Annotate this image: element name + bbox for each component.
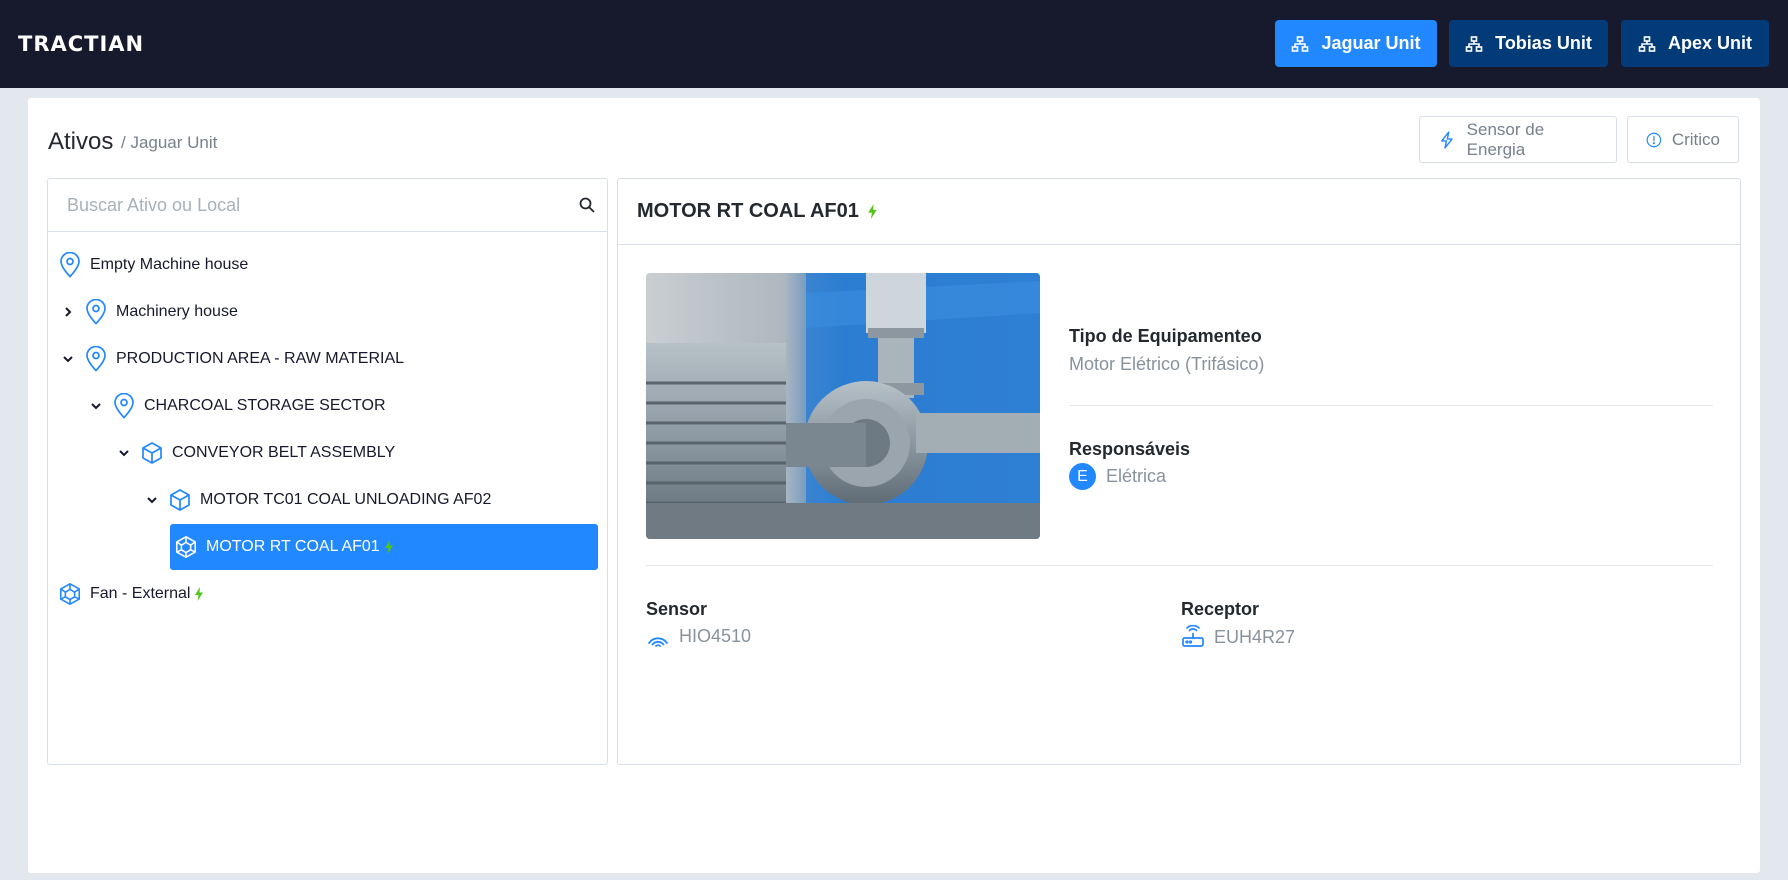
top-navigation-bar: TRACTIAN Jaguar Unit Tobias Unit Apex Un… [0,0,1788,88]
tree-item-motor-tc01[interactable]: MOTOR TC01 COAL UNLOADING AF02 [142,477,491,523]
receiver-entry: EUH4R27 [1181,625,1295,649]
unit-button-apex[interactable]: Apex Unit [1621,20,1769,67]
responsible-entry: E Elétrica [1069,463,1166,490]
equipment-type-value: Motor Elétrico (Trifásico) [1069,354,1265,374]
search-input[interactable] [48,179,607,231]
receiver-value: EUH4R27 [1214,626,1296,647]
unit-label: Apex Unit [1667,33,1752,53]
filter-label: Critico [1671,129,1720,149]
tree-item-label: MOTOR TC01 COAL UNLOADING AF02 [200,491,492,508]
cube-icon [168,487,192,513]
tractian-logo[interactable]: TRACTIAN [18,30,144,58]
search-icon[interactable] [578,196,596,214]
tree-item-label: CHARCOAL STORAGE SECTOR [144,397,386,414]
unit-label: Tobias Unit [1495,33,1592,53]
chevron-right-icon[interactable] [58,302,78,322]
tree-item-machinery-house[interactable]: Machinery house [58,289,238,335]
energy-sensor-filter-button[interactable]: Sensor de Energia [1419,116,1617,163]
page-title: Ativos [48,128,114,155]
asset-detail-panel: MOTOR RT COAL AF01 Tipo de Equipamenteo … [617,178,1741,765]
tree-item-charcoal-storage-sector[interactable]: CHARCOAL STORAGE SECTOR [86,383,386,429]
detail-header: MOTOR RT COAL AF01 [618,179,1740,245]
sensor-value: HIO4510 [679,625,752,646]
equipment-type-label: Tipo de Equipamenteo [1069,326,1262,346]
search-bar [48,179,607,232]
unit-button-jaguar[interactable]: Jaguar Unit [1275,20,1437,67]
tree-item-conveyor-belt-assembly[interactable]: CONVEYOR BELT ASSEMBLY [114,430,395,476]
unit-label: Jaguar Unit [1321,33,1421,53]
chevron-down-icon[interactable] [86,396,106,416]
divider [646,565,1713,566]
main-panel: Ativos / Jaguar Unit Sensor de Energia C… [28,98,1760,873]
location-pin-icon [58,252,82,278]
asset-title: MOTOR RT COAL AF01 [637,200,859,222]
energy-bolt-icon [384,540,393,554]
location-pin-icon [84,346,108,372]
asset-photo [646,273,1040,539]
hierarchy-icon [1292,35,1309,52]
tree-item-label: CONVEYOR BELT ASSEMBLY [172,444,396,461]
sensor-entry: HIO4510 [646,625,751,647]
wireless-sensor-icon [648,637,668,647]
alert-circle-icon [1646,132,1662,147]
tree-item-label: Machinery house [116,303,238,320]
logo-text: TRACTIAN [18,32,145,56]
asset-tree-panel: Empty Machine house Machinery house PROD… [47,178,608,765]
tree-item-label: PRODUCTION AREA - RAW MATERIAL [116,350,405,367]
sensor-label: Sensor [646,599,708,619]
receiver-label: Receptor [1181,599,1260,619]
responsible-label: Responsáveis [1069,439,1191,459]
unit-button-tobias[interactable]: Tobias Unit [1449,20,1608,67]
location-pin-icon [84,299,108,325]
bolt-outline-icon [1441,130,1453,149]
tree-item-label: MOTOR RT COAL AF01 [206,538,380,555]
chevron-down-icon[interactable] [114,443,134,463]
tree-item-fan-external[interactable]: Fan - External [58,571,204,617]
chevron-down-icon[interactable] [58,349,78,369]
component-icon [58,581,82,607]
responsible-value: Elétrica [1106,466,1167,486]
critical-filter-button[interactable]: Critico [1627,116,1739,163]
component-icon [174,534,198,560]
energy-bolt-icon [195,587,204,601]
tree-item-empty-machine-house[interactable]: Empty Machine house [58,242,248,288]
cube-icon [140,440,164,466]
tree-item-motor-rt-coal-af01[interactable]: MOTOR RT COAL AF01 [170,524,598,570]
tree-item-production-area[interactable]: PRODUCTION AREA - RAW MATERIAL [58,336,404,382]
divider [1069,405,1713,406]
hierarchy-icon [1638,35,1656,52]
router-icon [1182,625,1204,647]
chevron-down-icon[interactable] [142,490,162,510]
tree-item-label: Fan - External [90,585,191,602]
filter-label: Sensor de Energia [1466,119,1545,159]
hierarchy-icon [1465,35,1483,52]
tree-item-label: Empty Machine house [90,256,249,273]
location-pin-icon [112,393,136,419]
energy-bolt-icon [868,204,877,219]
avatar: E [1069,463,1096,490]
breadcrumb: / Jaguar Unit [121,133,218,152]
